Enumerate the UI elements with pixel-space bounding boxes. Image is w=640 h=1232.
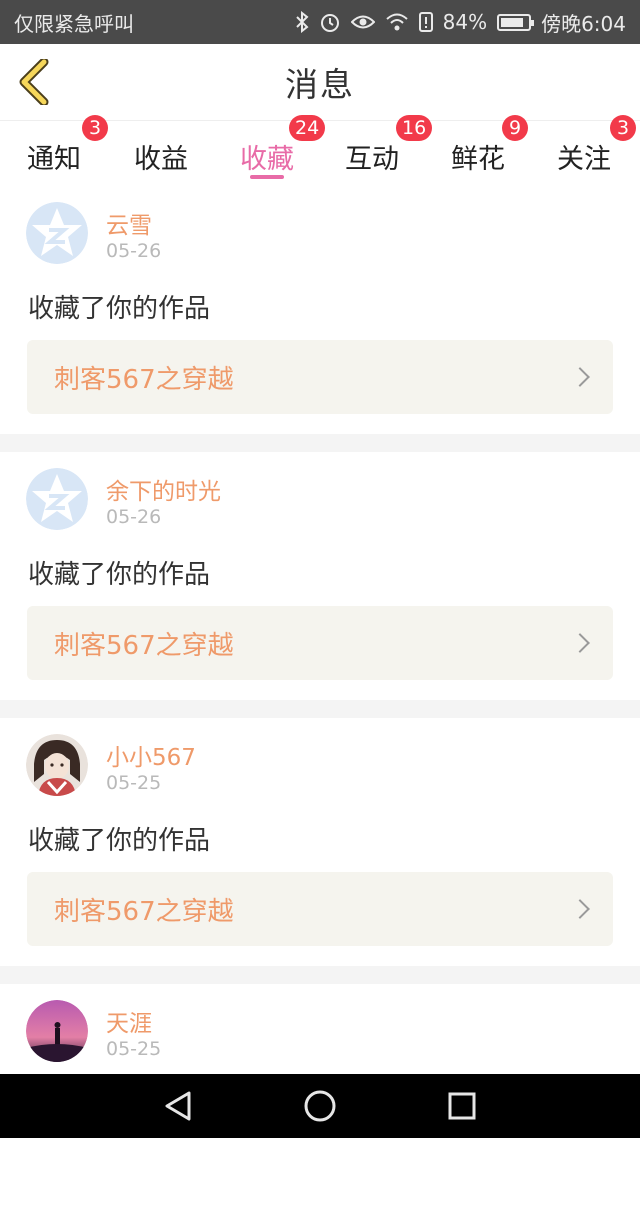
- tab-favorites[interactable]: 收藏 24: [217, 115, 326, 187]
- list-item: 小小567 05-25 收藏了你的作品 刺客567之穿越: [0, 718, 640, 966]
- system-nav-bar: [0, 1074, 640, 1138]
- tab-label: 关注: [557, 143, 611, 175]
- message-date: 05-25: [106, 1038, 162, 1060]
- user-name[interactable]: 天涯: [106, 1004, 152, 1038]
- tab-badge: 3: [610, 115, 636, 141]
- avatar[interactable]: [26, 1000, 88, 1062]
- sim-icon: [418, 12, 433, 32]
- default-avatar-icon: [26, 202, 88, 264]
- work-title: 刺客567之穿越: [54, 630, 234, 661]
- work-link[interactable]: 刺客567之穿越: [27, 606, 613, 680]
- nav-back-button[interactable]: [160, 1088, 196, 1124]
- clock: 傍晚6:04: [541, 11, 626, 36]
- user-name[interactable]: 余下的时光: [106, 472, 221, 506]
- message-date: 05-25: [106, 772, 162, 794]
- tab-badge: 9: [502, 115, 528, 141]
- back-button[interactable]: [14, 58, 54, 106]
- list-item: 云雪 05-26 收藏了你的作品 刺客567之穿越: [0, 186, 640, 434]
- user-photo-avatar: [26, 1000, 88, 1062]
- list-item: 余下的时光 05-26 收藏了你的作品 刺客567之穿越: [0, 452, 640, 700]
- battery-icon: [497, 13, 535, 31]
- message-text: 收藏了你的作品: [28, 826, 211, 856]
- tab-badge: 24: [289, 115, 326, 141]
- tab-flowers[interactable]: 鲜花 9: [428, 115, 528, 187]
- tab-label: 收益: [134, 143, 188, 175]
- default-avatar-icon: [26, 468, 88, 530]
- work-link[interactable]: 刺客567之穿越: [27, 872, 613, 946]
- carrier-text: 仅限紧急呼叫: [14, 11, 134, 36]
- divider: [0, 434, 640, 452]
- tab-earnings[interactable]: 收益: [111, 121, 211, 187]
- tab-badge: 16: [396, 115, 433, 141]
- tab-interaction[interactable]: 互动 16: [322, 115, 433, 187]
- tab-label: 收藏: [240, 143, 294, 175]
- square-recent-icon: [448, 1092, 476, 1120]
- chevron-right-icon: [570, 367, 590, 387]
- message-date: 05-26: [106, 506, 162, 528]
- wifi-icon: [385, 12, 409, 32]
- status-bar: 仅限紧急呼叫 84% 傍晚6:04: [0, 0, 640, 44]
- tab-label: 互动: [345, 143, 399, 175]
- divider: [0, 966, 640, 984]
- header: 消息: [0, 44, 640, 120]
- message-date: 05-26: [106, 240, 162, 262]
- work-title: 刺客567之穿越: [54, 896, 234, 927]
- chevron-right-icon: [570, 633, 590, 653]
- active-tab-indicator: [250, 175, 284, 179]
- page-title: 消息: [285, 65, 355, 104]
- battery-percent: 84%: [442, 10, 488, 34]
- chevron-left-icon: [19, 59, 49, 105]
- eye-icon: [350, 13, 375, 31]
- nav-home-button[interactable]: [302, 1088, 338, 1124]
- avatar[interactable]: [26, 468, 88, 530]
- tab-label: 鲜花: [451, 143, 505, 175]
- message-text: 收藏了你的作品: [28, 294, 211, 324]
- user-photo-avatar: [26, 734, 88, 796]
- nav-recent-button[interactable]: [444, 1088, 480, 1124]
- triangle-back-icon: [165, 1091, 191, 1121]
- user-name[interactable]: 小小567: [106, 738, 196, 772]
- work-link[interactable]: 刺客567之穿越: [27, 340, 613, 414]
- status-icons: 84% 傍晚6:04: [295, 8, 626, 37]
- user-name[interactable]: 云雪: [106, 206, 152, 240]
- tab-follow[interactable]: 关注 3: [534, 115, 636, 187]
- message-text: 收藏了你的作品: [28, 560, 211, 590]
- tab-bar: 通知 3 收益 收藏 24 互动 16 鲜花 9 关注 3: [0, 115, 640, 187]
- tab-badge: 3: [82, 115, 108, 141]
- alarm-icon: [319, 11, 341, 33]
- circle-home-icon: [304, 1090, 336, 1122]
- bluetooth-icon: [295, 11, 309, 33]
- tab-notice[interactable]: 通知 3: [4, 115, 108, 187]
- chevron-right-icon: [570, 899, 590, 919]
- work-title: 刺客567之穿越: [54, 364, 234, 395]
- avatar[interactable]: [26, 202, 88, 264]
- avatar[interactable]: [26, 734, 88, 796]
- tab-label: 通知: [27, 143, 81, 175]
- divider: [0, 700, 640, 718]
